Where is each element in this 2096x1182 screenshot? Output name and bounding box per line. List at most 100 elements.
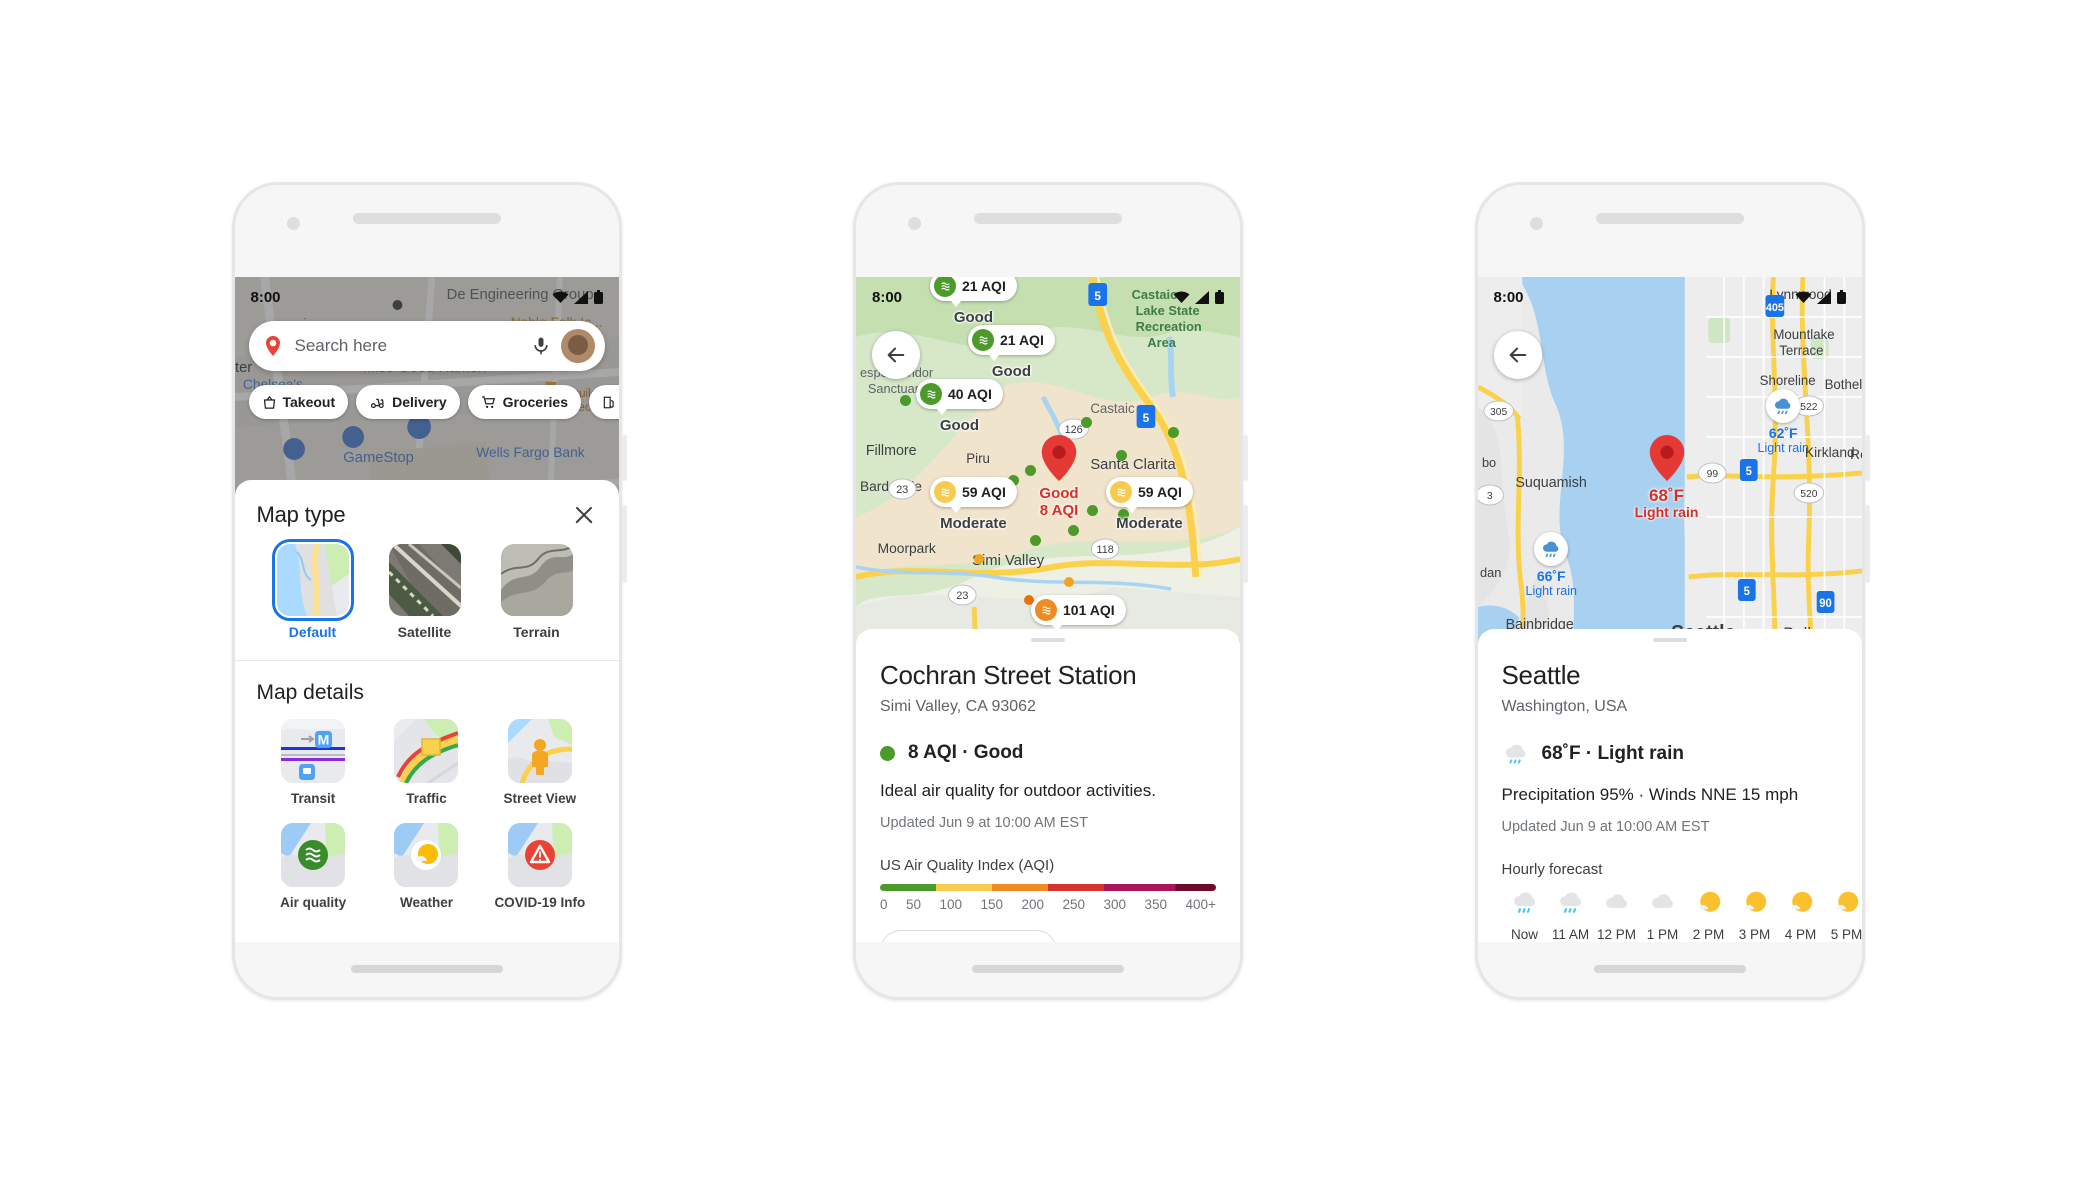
sensor-dot[interactable]: [1068, 525, 1079, 536]
list-item[interactable]: 2 PM 46˚: [1686, 888, 1732, 942]
chip-label: Delivery: [392, 394, 447, 410]
chip-groceries[interactable]: Groceries: [467, 385, 581, 419]
list-item[interactable]: 12 PM 48˚: [1594, 888, 1640, 942]
svg-text:Recreation: Recreation: [1136, 319, 1202, 334]
aqi-callout[interactable]: 59 AQI Moderate: [930, 477, 1017, 532]
sun-cloud-icon: [1698, 891, 1720, 912]
back-button[interactable]: [1493, 331, 1542, 379]
aqi-status-row: 8 AQI · Good: [880, 742, 1216, 764]
sensor-dot[interactable]: [1030, 535, 1041, 546]
sensor-dot[interactable]: [974, 554, 984, 564]
volume-button[interactable]: [621, 435, 627, 481]
list-item[interactable]: 1 PM 48˚: [1640, 888, 1686, 942]
hour-label: 5 PM: [1830, 927, 1862, 942]
callout-cond: Light rain: [1757, 441, 1809, 455]
svg-text:Suquamish: Suquamish: [1515, 475, 1586, 491]
page-title: Cochran Street Station: [880, 660, 1137, 690]
map-detail-label: Transit: [291, 791, 336, 806]
aqi-callout[interactable]: 40 AQI Good: [916, 379, 1003, 434]
svg-text:5: 5: [1745, 466, 1752, 478]
aqi-callout[interactable]: 21 AQI Good: [930, 277, 1017, 326]
chip-takeout[interactable]: Takeout: [248, 385, 349, 419]
map-type-default[interactable]: Default: [257, 539, 369, 640]
aqi-value: 101 AQI: [1063, 602, 1115, 618]
sensor-dot[interactable]: [1116, 450, 1127, 461]
map-detail-transit[interactable]: M Transit: [257, 719, 370, 807]
map-type-label: Default: [288, 624, 337, 640]
aqi-bubble: 59 AQI: [1106, 477, 1193, 513]
map-detail-label: Street View: [503, 791, 577, 806]
sensor-dot[interactable]: [1168, 427, 1179, 438]
pin-aqi-label: 8 AQI: [1039, 501, 1079, 519]
svg-text:23: 23: [896, 484, 908, 496]
map-pin-icon: [265, 336, 280, 356]
map-type-satellite[interactable]: Satellite: [369, 544, 481, 640]
volume-button[interactable]: [1864, 435, 1870, 481]
map-detail-traffic[interactable]: Traffic: [370, 719, 483, 807]
sheet-grabber[interactable]: [1652, 638, 1687, 642]
svg-text:M: M: [318, 732, 330, 748]
map-type-terrain[interactable]: Terrain: [481, 544, 593, 640]
search-input[interactable]: Search here: [295, 336, 521, 356]
hourly-forecast-list[interactable]: Now 68˚ 11 AM 52˚ 12 PM 48˚: [1502, 888, 1862, 942]
scale-tick: 50: [905, 897, 922, 912]
list-item[interactable]: 3 PM 45˚: [1732, 888, 1778, 942]
search-bar[interactable]: Search here: [248, 321, 605, 371]
aqi-value: 21 AQI: [1000, 332, 1044, 348]
sensor-dot[interactable]: [900, 395, 911, 406]
hour-label: 4 PM: [1784, 927, 1817, 942]
chip-delivery[interactable]: Delivery: [356, 385, 460, 419]
list-item[interactable]: Now 68˚: [1502, 888, 1548, 942]
sun-cloud-icon: [1744, 891, 1766, 912]
list-item[interactable]: 5 PM 42: [1824, 888, 1862, 942]
updated-timestamp: Updated Jun 9 at 10:00 AM EST: [1501, 819, 1710, 835]
list-item[interactable]: 11 AM 52˚: [1548, 888, 1594, 942]
earpiece-speaker: [1595, 213, 1744, 224]
purpleair-link-button[interactable]: PurpleAir.com: [880, 930, 1057, 942]
callout-temp: 66˚F: [1536, 568, 1566, 584]
sheet-grabber[interactable]: [1031, 638, 1065, 642]
sensor-dot[interactable]: [1064, 577, 1074, 587]
aqi-callout[interactable]: 101 AQI: [1031, 595, 1126, 631]
air-quality-icon: [281, 823, 346, 888]
back-arrow-icon: [887, 347, 905, 363]
avatar[interactable]: [560, 329, 595, 363]
aqi-callout[interactable]: 21 AQI Good: [968, 325, 1055, 380]
power-button[interactable]: [1243, 505, 1248, 583]
list-item[interactable]: 4 PM 45˚: [1778, 888, 1824, 942]
svg-text:90: 90: [1819, 598, 1832, 610]
default-tile-thumbnail: [271, 539, 354, 621]
aqi-callout[interactable]: 59 AQI Moderate: [1106, 477, 1193, 532]
map-type-label: Terrain: [513, 624, 560, 640]
traffic-icon: [394, 719, 459, 783]
map-details-title: Map details: [256, 681, 364, 704]
selected-location-pin[interactable]: Good 8 AQI: [1024, 435, 1094, 520]
aqi-description: Ideal air quality for outdoor activities…: [880, 781, 1156, 800]
weather-callout[interactable]: 66˚F Light rain: [1526, 532, 1577, 598]
svg-text:5: 5: [1094, 289, 1101, 303]
map-detail-weather[interactable]: Weather: [370, 823, 483, 911]
aqi-scale-ticks: 0 50 100 150 200 250 300 350 400+: [880, 897, 1216, 912]
status-badge: [880, 745, 895, 761]
phone2-screen: Castaic Lake State Recreation Area espe …: [856, 277, 1240, 942]
selected-location-pin[interactable]: 68˚F Light rain: [1632, 435, 1702, 521]
cloud-icon: [1605, 894, 1627, 908]
map-detail-covid-info[interactable]: COVID-19 Info: [483, 823, 596, 911]
volume-button[interactable]: [1243, 435, 1248, 481]
power-button[interactable]: [621, 505, 627, 583]
back-button[interactable]: [872, 331, 920, 379]
sensor-dot[interactable]: [1081, 417, 1092, 428]
street-view-icon: [507, 719, 572, 783]
phone-map-type: De Engineering Group Noble Folk Ic... ci…: [231, 182, 627, 1000]
scale-tick: 400+: [1185, 897, 1216, 912]
svg-text:Terrace: Terrace: [1779, 343, 1823, 358]
microphone-icon[interactable]: [531, 336, 551, 356]
close-icon[interactable]: [571, 502, 597, 528]
page-title: Seattle: [1501, 660, 1581, 690]
map-detail-street-view[interactable]: Street View: [483, 719, 596, 807]
scale-tick: 250: [1062, 897, 1086, 912]
chip-gas[interactable]: [589, 385, 619, 419]
weather-callout[interactable]: 62˚F Light rain: [1758, 389, 1809, 455]
power-button[interactable]: [1864, 505, 1870, 583]
map-detail-air-quality[interactable]: Air quality: [257, 823, 370, 911]
